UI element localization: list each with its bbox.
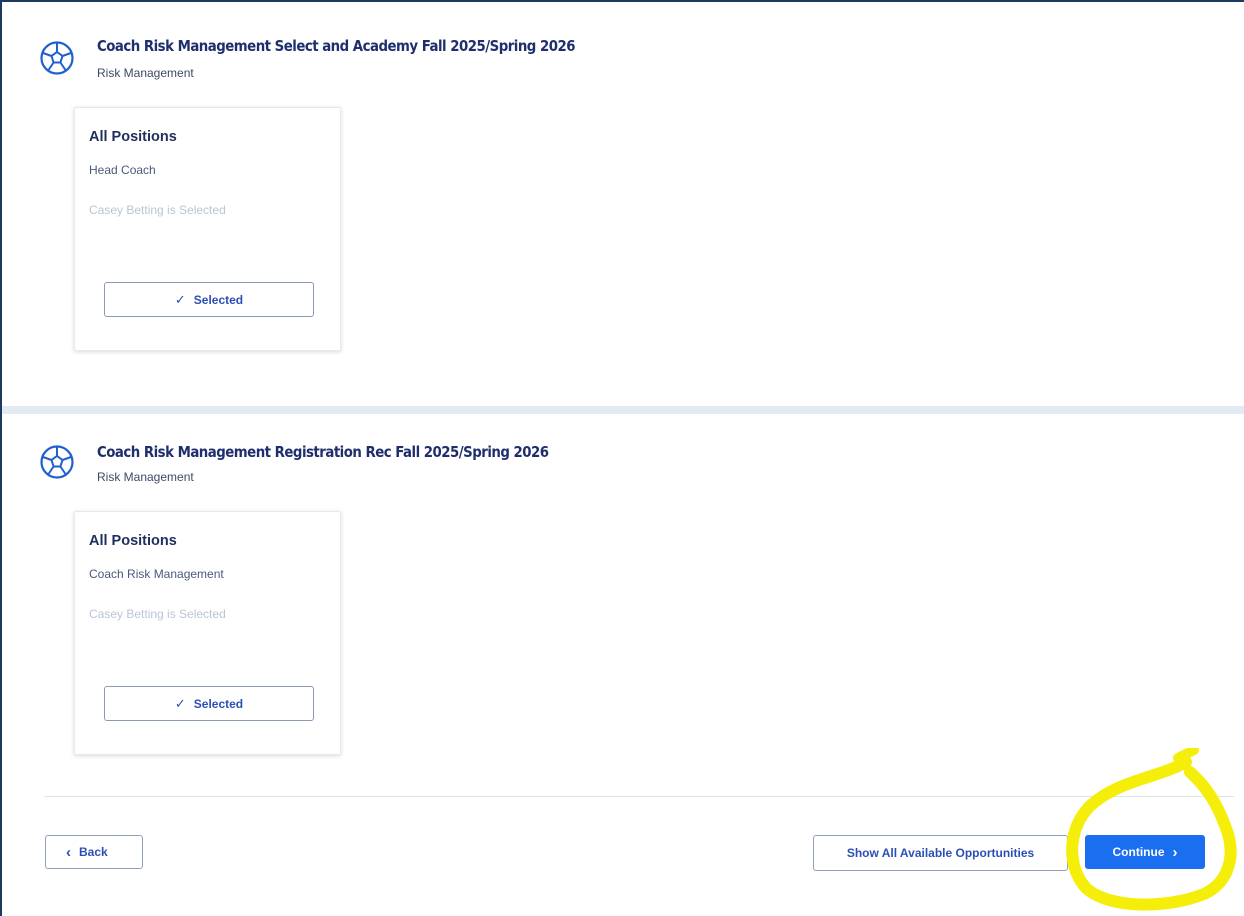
selected-button[interactable]: ✓ Selected	[104, 686, 314, 721]
card-selection-status: Casey Betting is Selected	[89, 607, 226, 621]
selected-button-label: Selected	[193, 696, 244, 711]
position-card: All Positions Head Coach Casey Betting i…	[74, 107, 341, 351]
card-title: All Positions	[89, 533, 177, 549]
footer-divider	[44, 796, 1234, 797]
program-title: Coach Risk Management Registration Rec F…	[97, 443, 549, 461]
soccer-ball-icon	[40, 41, 74, 75]
check-icon: ✓	[174, 695, 186, 711]
card-selection-status: Casey Betting is Selected	[89, 203, 226, 217]
program-subtitle: Risk Management	[97, 66, 194, 80]
program-section-select-academy: Coach Risk Management Select and Academy…	[2, 2, 1244, 406]
position-card: All Positions Coach Risk Management Case…	[74, 511, 341, 755]
section-divider	[2, 406, 1244, 414]
show-all-button-label: Show All Available Opportunities	[846, 846, 1035, 860]
card-position-name: Coach Risk Management	[89, 567, 224, 581]
continue-button[interactable]: Continue ›	[1085, 835, 1205, 869]
check-icon: ✓	[174, 291, 186, 307]
chevron-right-icon: ›	[1172, 843, 1178, 861]
soccer-ball-icon	[40, 445, 74, 479]
card-title: All Positions	[89, 129, 177, 145]
selected-button-label: Selected	[193, 292, 244, 307]
show-all-opportunities-button[interactable]: Show All Available Opportunities	[813, 835, 1068, 871]
selected-button[interactable]: ✓ Selected	[104, 282, 314, 317]
program-section-registration-rec: Coach Risk Management Registration Rec F…	[2, 414, 1244, 916]
program-title: Coach Risk Management Select and Academy…	[97, 37, 576, 55]
program-subtitle: Risk Management	[97, 470, 194, 484]
chevron-left-icon: ‹	[66, 843, 71, 861]
back-button[interactable]: ‹ Back	[45, 835, 143, 869]
back-button-label: Back	[79, 845, 108, 859]
card-position-name: Head Coach	[89, 163, 156, 177]
continue-button-label: Continue	[1112, 845, 1165, 859]
